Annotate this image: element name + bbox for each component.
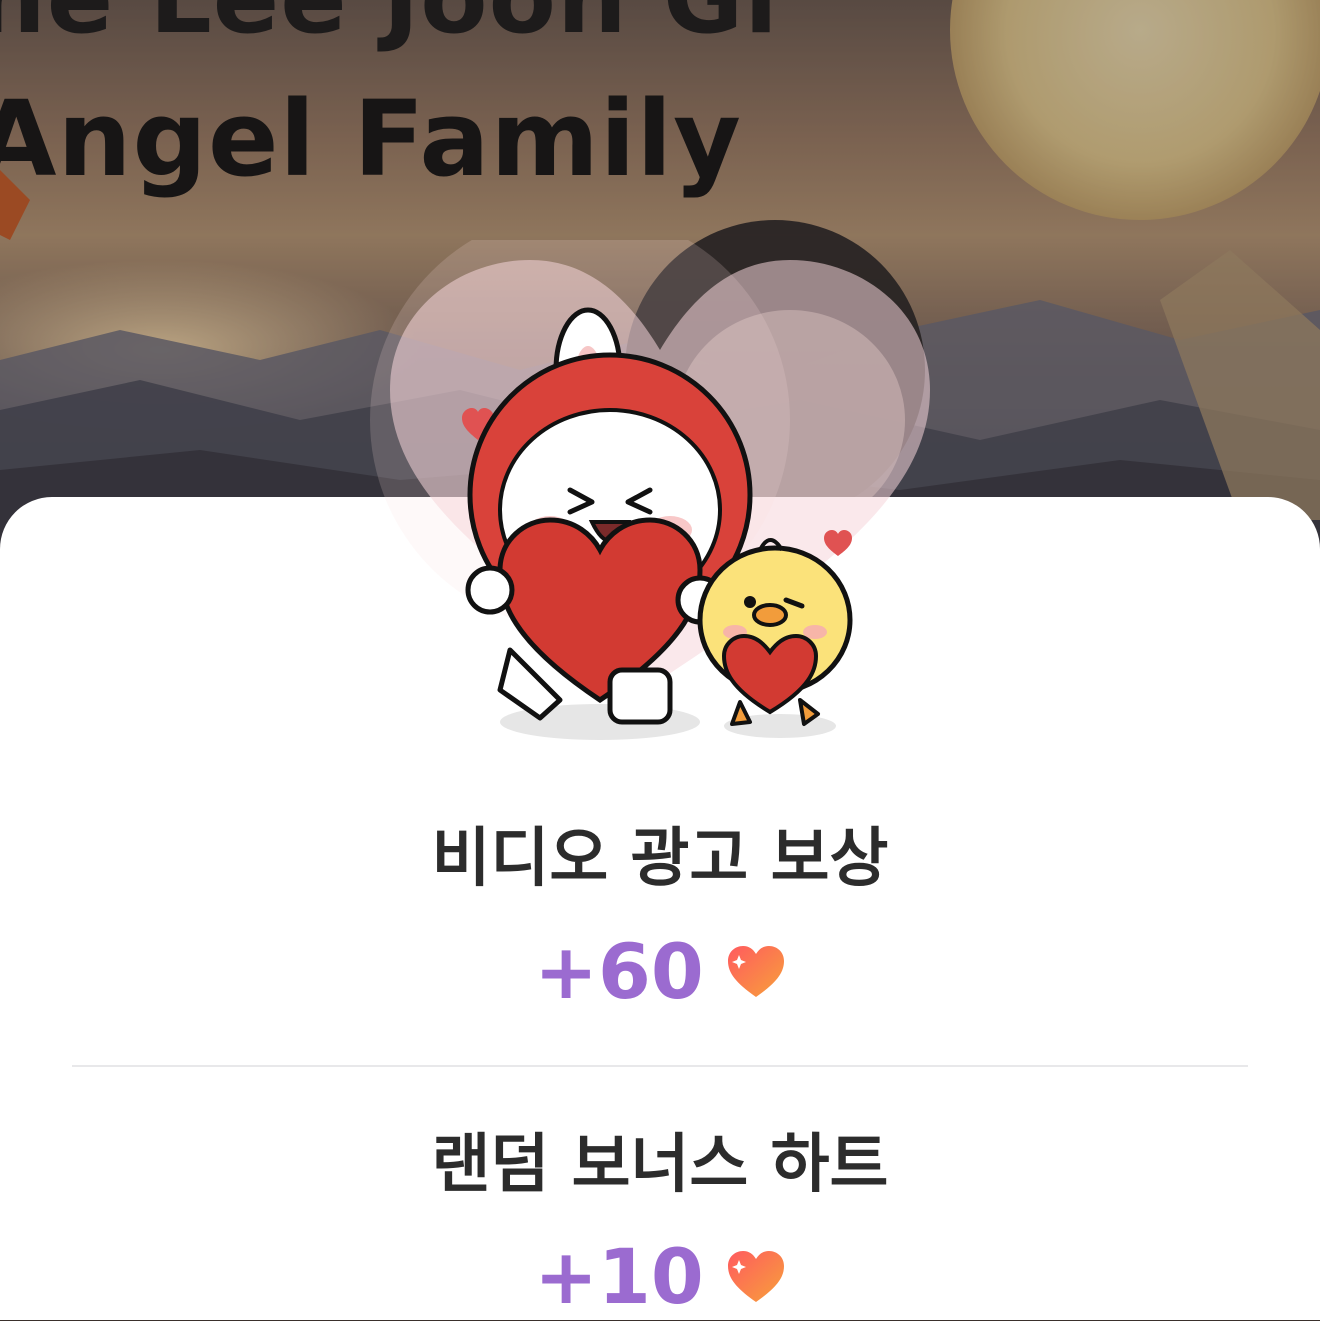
heart-icon — [727, 945, 784, 997]
reward-amount: +60 — [534, 927, 704, 1016]
section-title-video-ad: 비디오 광고 보상 — [431, 822, 889, 896]
reward-video-ad: +60 — [0, 927, 1320, 1016]
section-title-random-bonus: 랜덤 보너스 하트 — [431, 1128, 889, 1202]
heart-icon — [727, 1250, 784, 1302]
reward-amount: +10 — [534, 1232, 704, 1321]
mascot-illustration — [370, 240, 930, 740]
reward-random-bonus: +10 — [0, 1232, 1320, 1321]
section-divider — [72, 1065, 1248, 1067]
